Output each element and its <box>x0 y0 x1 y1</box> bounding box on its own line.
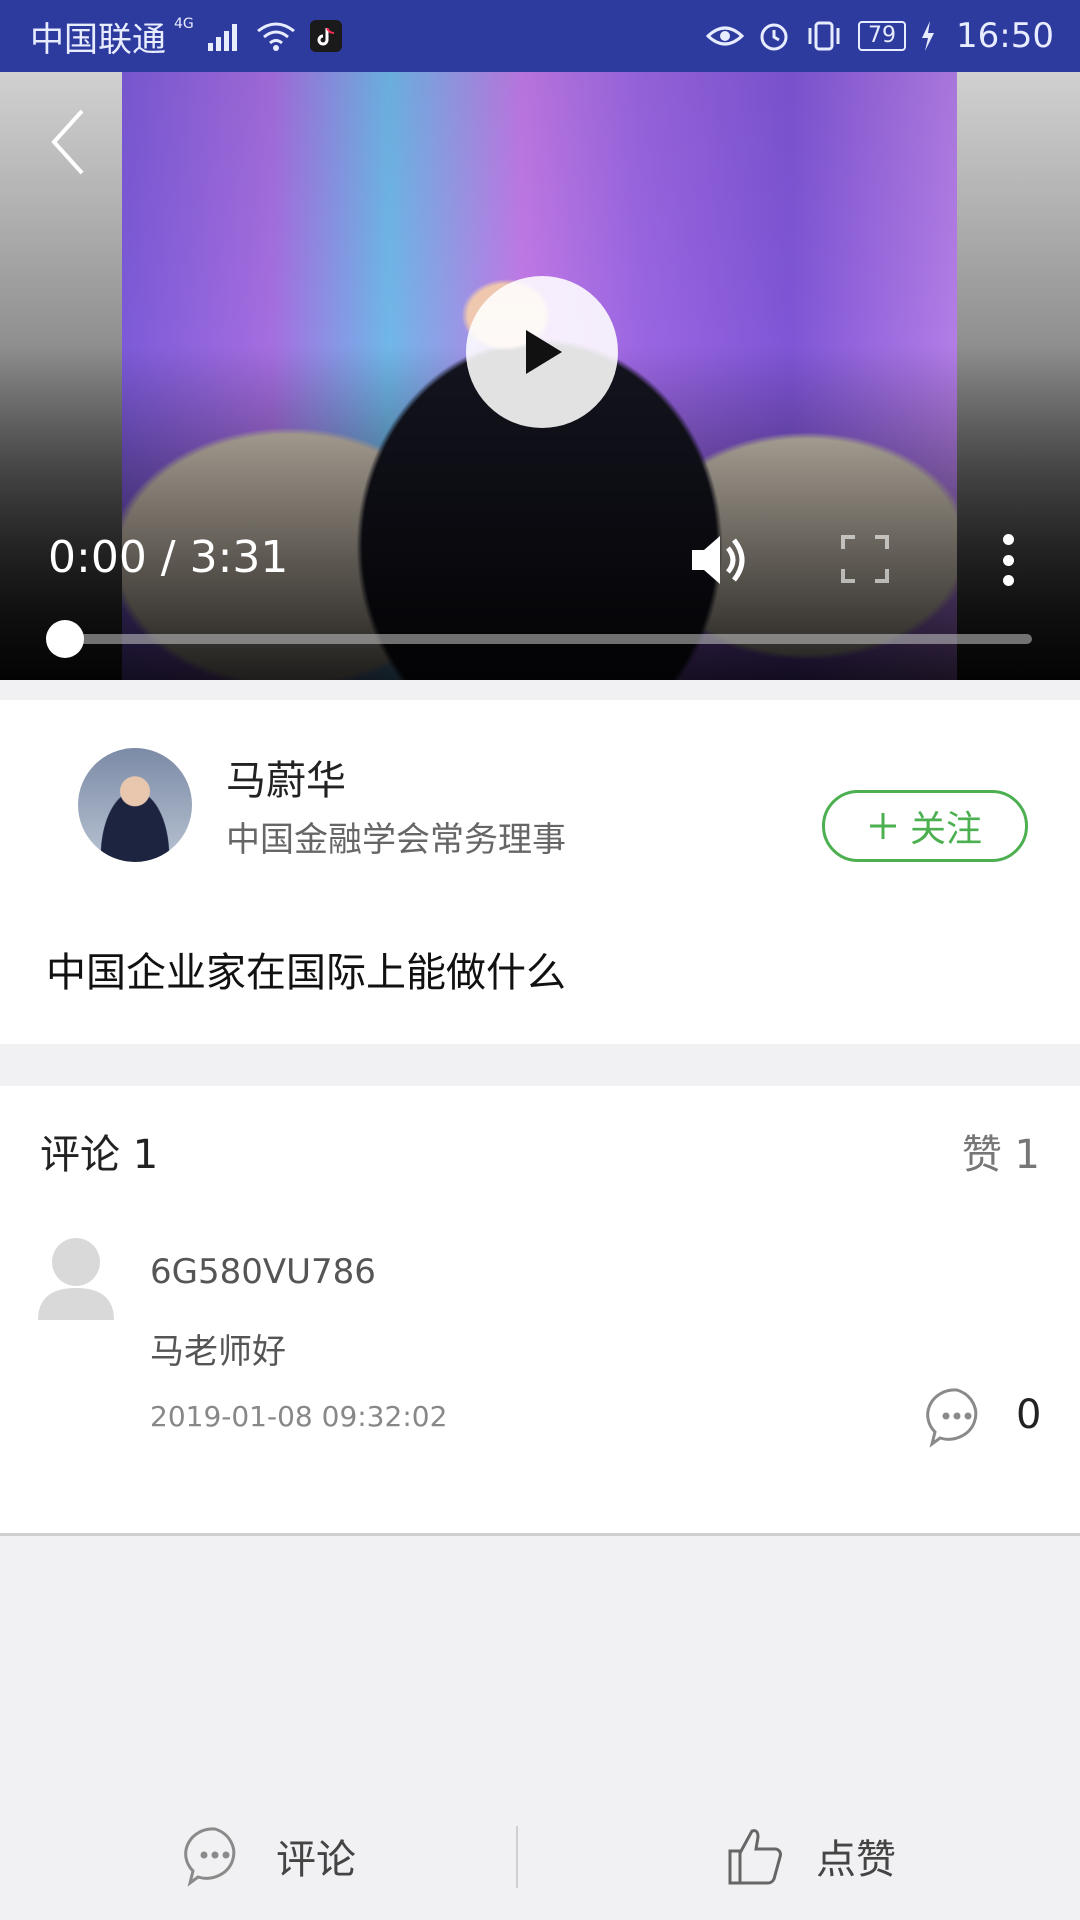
author-card: 马蔚华 中国金融学会常务理事 关注 中国企业家在国际上能做什么 <box>0 700 1080 1044</box>
clock: 16:50 <box>956 16 1054 56</box>
user-avatar-icon[interactable] <box>36 1234 116 1320</box>
volume-icon <box>692 536 745 584</box>
fullscreen-button[interactable] <box>840 534 890 584</box>
comment-label: 评论 <box>276 1837 356 1883</box>
progress-track[interactable] <box>64 634 1032 644</box>
reply-bubble-icon[interactable] <box>926 1386 988 1448</box>
playback-time: 0:00 / 3:31 <box>48 532 289 583</box>
chevron-left-icon <box>51 109 84 175</box>
video-title: 中国企业家在国际上能做什么 <box>46 950 566 996</box>
status-bar: 中国联通 4G 79 16:50 <box>0 0 1080 72</box>
more-options-button[interactable] <box>990 528 1026 592</box>
reply-count: 0 <box>1016 1392 1042 1438</box>
like-label: 点赞 <box>816 1837 896 1883</box>
play-button[interactable] <box>466 276 618 428</box>
charging-icon <box>920 21 936 51</box>
carrier-label: 中国联通 <box>30 19 166 60</box>
author-title: 中国金融学会常务理事 <box>226 820 566 860</box>
bottom-action-bar: 评论 点赞 <box>0 1792 1080 1920</box>
video-player[interactable]: 0:00 / 3:31 <box>0 72 1080 680</box>
signal-icon <box>207 21 242 51</box>
comment-button[interactable]: 评论 <box>0 1792 540 1920</box>
wifi-icon <box>256 21 296 51</box>
dot-icon <box>1002 534 1014 545</box>
vibrate-icon <box>804 20 844 52</box>
comments-count[interactable]: 评论 1 <box>40 1122 158 1180</box>
author-avatar[interactable] <box>78 748 192 862</box>
comment-username[interactable]: 6G580VU786 <box>150 1252 376 1292</box>
comment-bubble-icon <box>184 1827 236 1887</box>
comments-section: 评论 1 赞 1 6G580VU786 马老师好 2019-01-08 09:3… <box>0 1086 1080 1536</box>
divider <box>516 1826 518 1888</box>
follow-button[interactable]: 关注 <box>822 790 1028 862</box>
thumbs-up-icon <box>728 1829 782 1885</box>
network-type: 4G <box>174 16 194 32</box>
comment-timestamp: 2019-01-08 09:32:02 <box>150 1400 448 1433</box>
likes-count[interactable]: 赞 1 <box>962 1122 1040 1180</box>
alarm-icon <box>758 20 790 52</box>
dot-icon <box>1002 554 1014 566</box>
volume-button[interactable] <box>688 528 752 592</box>
comment-text: 马老师好 <box>150 1332 286 1372</box>
plus-icon <box>869 813 896 839</box>
eye-icon <box>706 22 745 50</box>
fullscreen-icon <box>841 535 889 583</box>
back-button[interactable] <box>38 102 98 182</box>
dot-icon <box>1002 575 1014 586</box>
battery-indicator: 79 <box>858 21 907 51</box>
progress-thumb[interactable] <box>46 620 84 658</box>
tiktok-icon <box>309 20 342 52</box>
like-button[interactable]: 点赞 <box>540 1792 1080 1920</box>
author-name[interactable]: 马蔚华 <box>226 748 346 806</box>
play-icon <box>526 330 562 374</box>
follow-label: 关注 <box>909 809 982 850</box>
